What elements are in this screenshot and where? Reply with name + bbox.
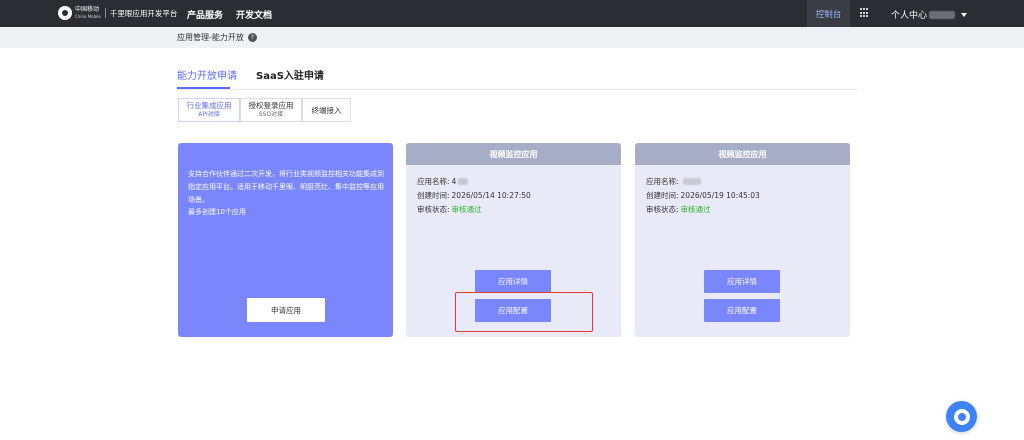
subtab-subtitle: SSO对接: [258, 111, 284, 118]
status-badge: 审核通过: [451, 205, 482, 214]
nav-developer-docs[interactable]: 开发文档: [236, 8, 272, 21]
created-time-row: 创建时间: 2026/05/14 10:27:50: [417, 190, 531, 201]
apply-app-card: 支持合作伙伴通过二次开发，将行业类视频监控相关功能集成到指定应用平台。适用于移动…: [178, 143, 393, 337]
app-name-redacted: [458, 178, 469, 185]
app-detail-button[interactable]: 应用详情: [475, 270, 551, 293]
subtab-industry-integration[interactable]: 行业集成应用 API对接: [178, 98, 240, 122]
logo-en: China Mobile: [75, 14, 101, 19]
platform-name: 千里眼应用开发平台: [109, 8, 178, 18]
app-name-label: 应用名称:: [646, 177, 679, 186]
app-card-title: 视频监控应用: [635, 143, 850, 165]
app-name-label: 应用名称:: [417, 177, 450, 186]
review-status-label: 审核状态:: [646, 205, 679, 214]
subtab-title: 授权登录应用: [248, 101, 294, 110]
app-config-button[interactable]: 应用配置: [704, 299, 780, 322]
customer-service-icon: [953, 408, 970, 425]
created-time-value: 2026/05/19 10:45:03: [680, 191, 760, 200]
created-time-row: 创建时间: 2026/05/19 10:45:03: [646, 190, 760, 201]
tab-divider: [177, 89, 857, 90]
app-card: 视频监控应用 应用名称: 创建时间: 2026/05/19 10:45:03 审…: [635, 143, 850, 337]
logo-text: 中国移动 China Mobile: [75, 6, 101, 20]
nav-product-services[interactable]: 产品服务: [187, 8, 223, 21]
review-status-label: 审核状态:: [417, 205, 450, 214]
app-detail-button[interactable]: 应用详情: [704, 270, 780, 293]
user-center-menu[interactable]: 个人中心: [891, 8, 968, 21]
tab-capability-open-apply[interactable]: 能力开放申请: [177, 67, 237, 82]
review-status-row: 审核状态: 审核通过: [646, 204, 711, 215]
apps-grid-icon[interactable]: [860, 8, 870, 18]
highlight-annotation: [455, 292, 593, 332]
subtab-subtitle: API对接: [198, 111, 220, 118]
subtab-auth-login[interactable]: 授权登录应用 SSO对接: [240, 98, 302, 122]
apply-limit-note: 最多创建10个应用: [188, 208, 246, 216]
china-mobile-logo-icon: [58, 6, 72, 20]
review-status-row: 审核状态: 审核通过: [417, 204, 482, 215]
breadcrumb-bar: 应用管理-能力开放 ?: [0, 27, 1024, 48]
customer-service-button[interactable]: [946, 401, 977, 432]
app-name-row: 应用名称: 4: [417, 176, 469, 187]
apply-description: 支持合作伙伴通过二次开发，将行业类视频监控相关功能集成到指定应用平台。适用于移动…: [188, 170, 384, 204]
breadcrumb-text: 应用管理-能力开放: [177, 33, 244, 42]
top-navigation-bar: 中国移动 China Mobile 千里眼应用开发平台 产品服务 开发文档 控制…: [0, 0, 1024, 27]
chevron-down-icon: [961, 12, 968, 17]
tab-saas-apply[interactable]: SaaS入驻申请: [256, 67, 324, 82]
user-center-label: 个人中心: [891, 11, 928, 21]
apply-app-button[interactable]: 申请应用: [247, 298, 325, 322]
created-time-label: 创建时间:: [417, 191, 450, 200]
breadcrumb: 应用管理-能力开放 ?: [177, 32, 257, 43]
created-time-label: 创建时间:: [646, 191, 679, 200]
user-name-redacted: [929, 10, 956, 19]
question-circle-icon[interactable]: ?: [247, 33, 257, 42]
status-badge: 审核通过: [680, 205, 711, 214]
app-name-redacted: [682, 178, 701, 185]
app-card-title: 视频监控应用: [406, 143, 621, 165]
platform-logo[interactable]: 中国移动 China Mobile 千里眼应用开发平台: [58, 6, 177, 20]
logo-divider: [104, 8, 106, 18]
app-name-row: 应用名称:: [646, 176, 701, 187]
nav-console[interactable]: 控制台: [807, 0, 850, 27]
app-name-value: 4: [451, 177, 457, 186]
created-time-value: 2026/05/14 10:27:50: [451, 191, 531, 200]
logo-cn: 中国移动: [75, 6, 100, 13]
subtab-title: 终端接入: [311, 105, 342, 115]
subtab-title: 行业集成应用: [186, 101, 232, 110]
subtab-terminal-access[interactable]: 终端接入: [302, 98, 351, 122]
